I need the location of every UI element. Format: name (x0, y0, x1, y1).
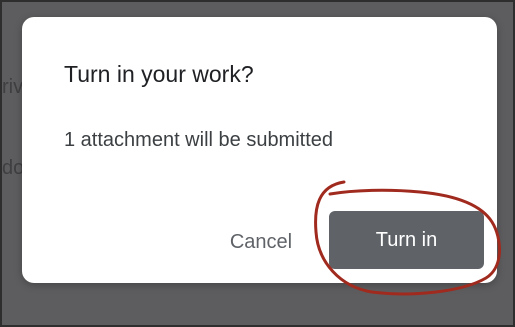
screen: rive do Turn in your work? 1 attachment … (0, 0, 515, 327)
dialog-title: Turn in your work? (64, 61, 254, 87)
background-text: do (2, 157, 25, 179)
dialog-message: 1 attachment will be submitted (64, 129, 334, 151)
turn-in-button[interactable]: Turn in (329, 211, 484, 269)
turn-in-dialog: Turn in your work? 1 attachment will be … (22, 17, 497, 283)
cancel-button[interactable]: Cancel (210, 220, 312, 264)
